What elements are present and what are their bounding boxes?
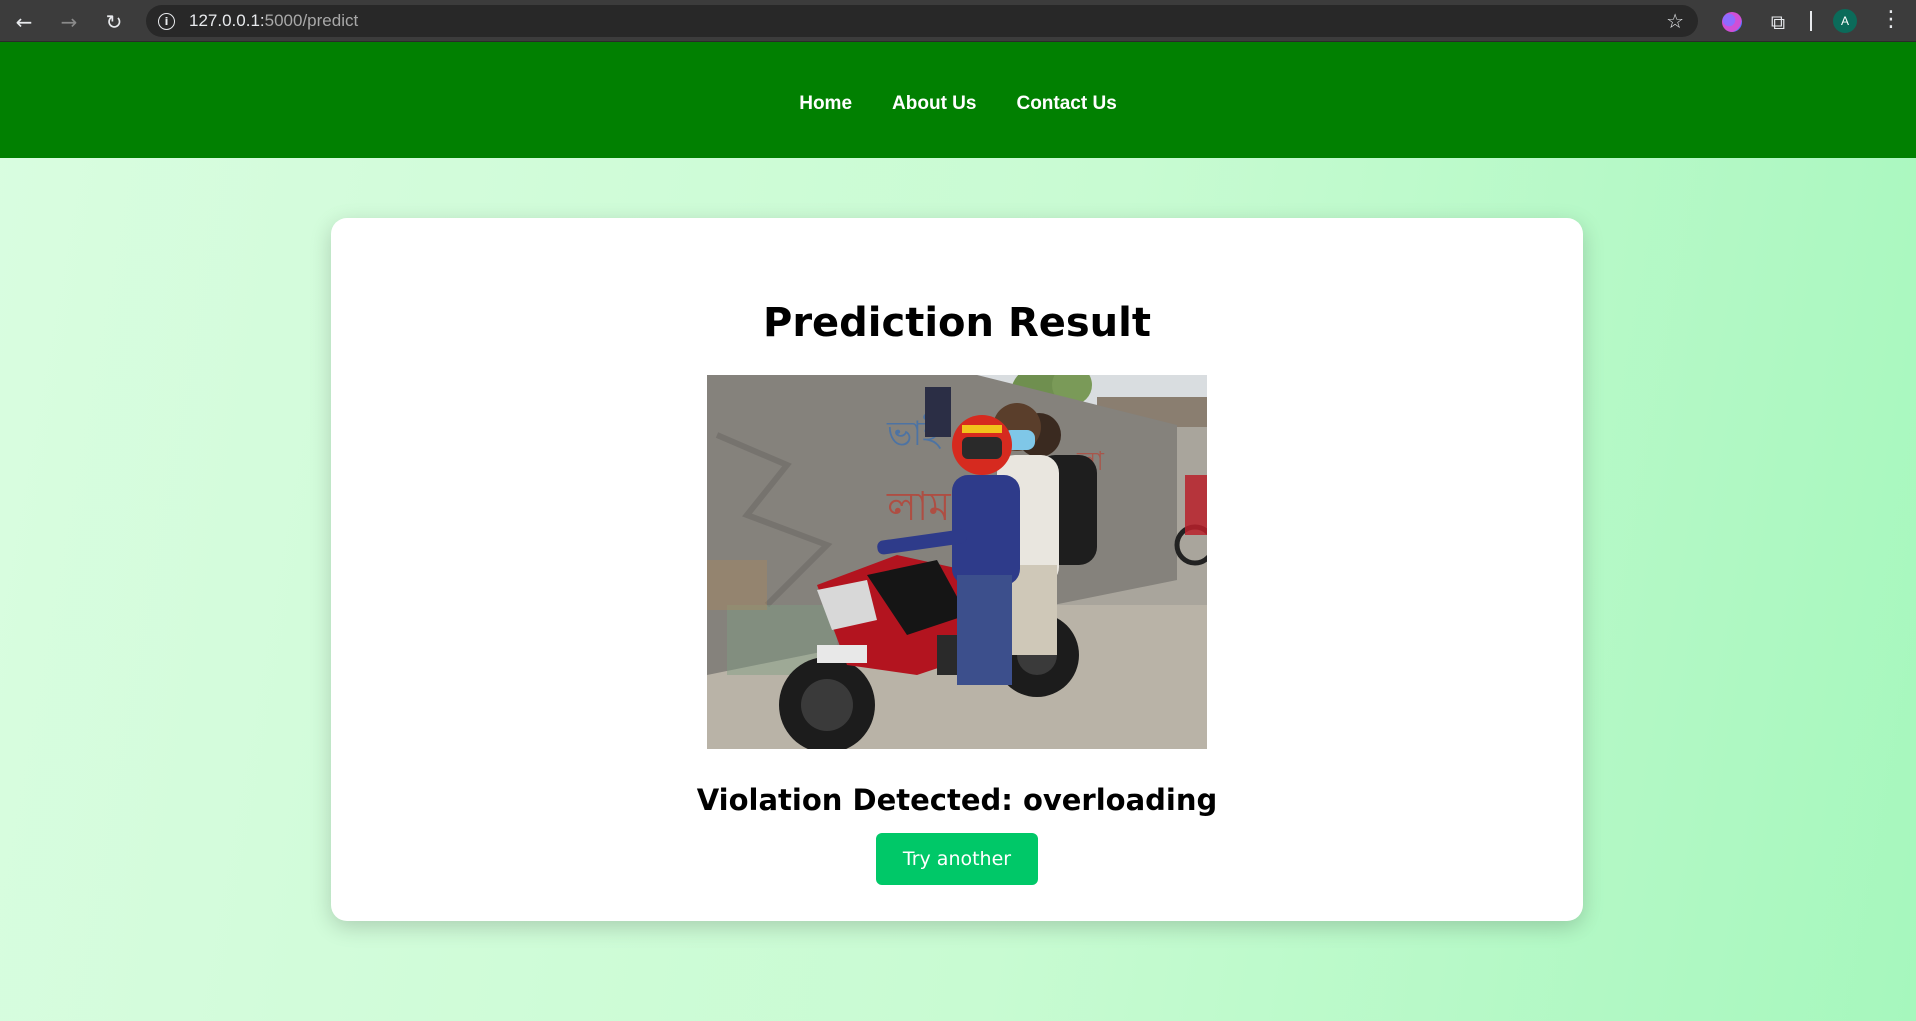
uploaded-image: ভাই লাম লা <box>707 375 1207 749</box>
page-title: Prediction Result <box>763 300 1151 346</box>
address-bar[interactable]: i 127.0.0.1:5000/predict ☆ <box>146 5 1698 37</box>
back-arrow-icon[interactable]: ← <box>11 9 37 35</box>
profile-avatar[interactable]: A <box>1833 9 1857 33</box>
result-card: Prediction Result ভাই লাম লা <box>331 218 1583 921</box>
bookmark-star-icon[interactable]: ☆ <box>1666 9 1684 33</box>
url-text[interactable]: 127.0.0.1:5000/predict <box>189 11 358 31</box>
brain-extension-icon[interactable] <box>1720 10 1744 34</box>
site-info-icon[interactable]: i <box>158 12 175 30</box>
kebab-menu-icon[interactable]: ⋮ <box>1880 9 1902 33</box>
toolbar-divider <box>1810 11 1812 31</box>
page-body: Home About Us Contact Us Prediction Resu… <box>0 42 1916 1021</box>
reload-icon[interactable]: ↻ <box>101 9 127 35</box>
forward-arrow-icon[interactable]: → <box>56 9 82 35</box>
try-another-button[interactable]: Try another <box>876 833 1038 885</box>
violation-result-text: Violation Detected: overloading <box>696 783 1218 817</box>
top-navigation: Home About Us Contact Us <box>0 42 1916 158</box>
nav-link-contact-us[interactable]: Contact Us <box>1016 93 1116 115</box>
svg-text:লাম: লাম <box>886 484 951 530</box>
extensions-puzzle-icon[interactable]: ⧉ <box>1766 10 1790 34</box>
nav-link-home[interactable]: Home <box>799 93 852 115</box>
motorcycle-photo-illustration: ভাই লাম লা <box>707 375 1207 749</box>
browser-toolbar: ← → ↻ i 127.0.0.1:5000/predict ☆ ⧉ A ⋮ <box>0 0 1916 42</box>
nav-link-about-us[interactable]: About Us <box>892 93 976 115</box>
url-path: 5000/predict <box>264 11 359 30</box>
url-host: 127.0.0.1: <box>189 11 265 30</box>
